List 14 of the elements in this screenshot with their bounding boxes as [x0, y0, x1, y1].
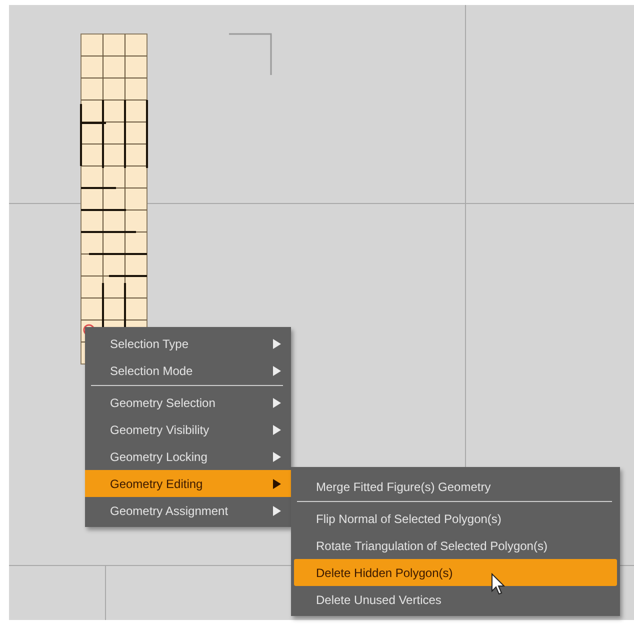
corner-mark: [229, 33, 273, 75]
menu-item[interactable]: Selection Type: [85, 330, 291, 357]
menu-item[interactable]: Rotate Triangulation of Selected Polygon(s): [291, 532, 620, 559]
menu-item[interactable]: Geometry Editing: [85, 470, 291, 497]
menu-item[interactable]: Geometry Locking: [85, 443, 291, 470]
menu-item[interactable]: Flip Normal of Selected Polygon(s): [291, 505, 620, 532]
menu-item[interactable]: Delete Hidden Polygon(s): [294, 559, 617, 586]
cursor-icon: [491, 573, 505, 595]
menu-item[interactable]: Geometry Visibility: [85, 416, 291, 443]
menu-item[interactable]: Selection Mode: [85, 357, 291, 384]
menu-item[interactable]: Geometry Assignment: [85, 497, 291, 524]
menu-item[interactable]: Geometry Selection: [85, 389, 291, 416]
menu-item[interactable]: Delete Unused Vertices: [291, 586, 620, 613]
menu-item[interactable]: Merge Fitted Figure(s) Geometry: [291, 473, 620, 500]
